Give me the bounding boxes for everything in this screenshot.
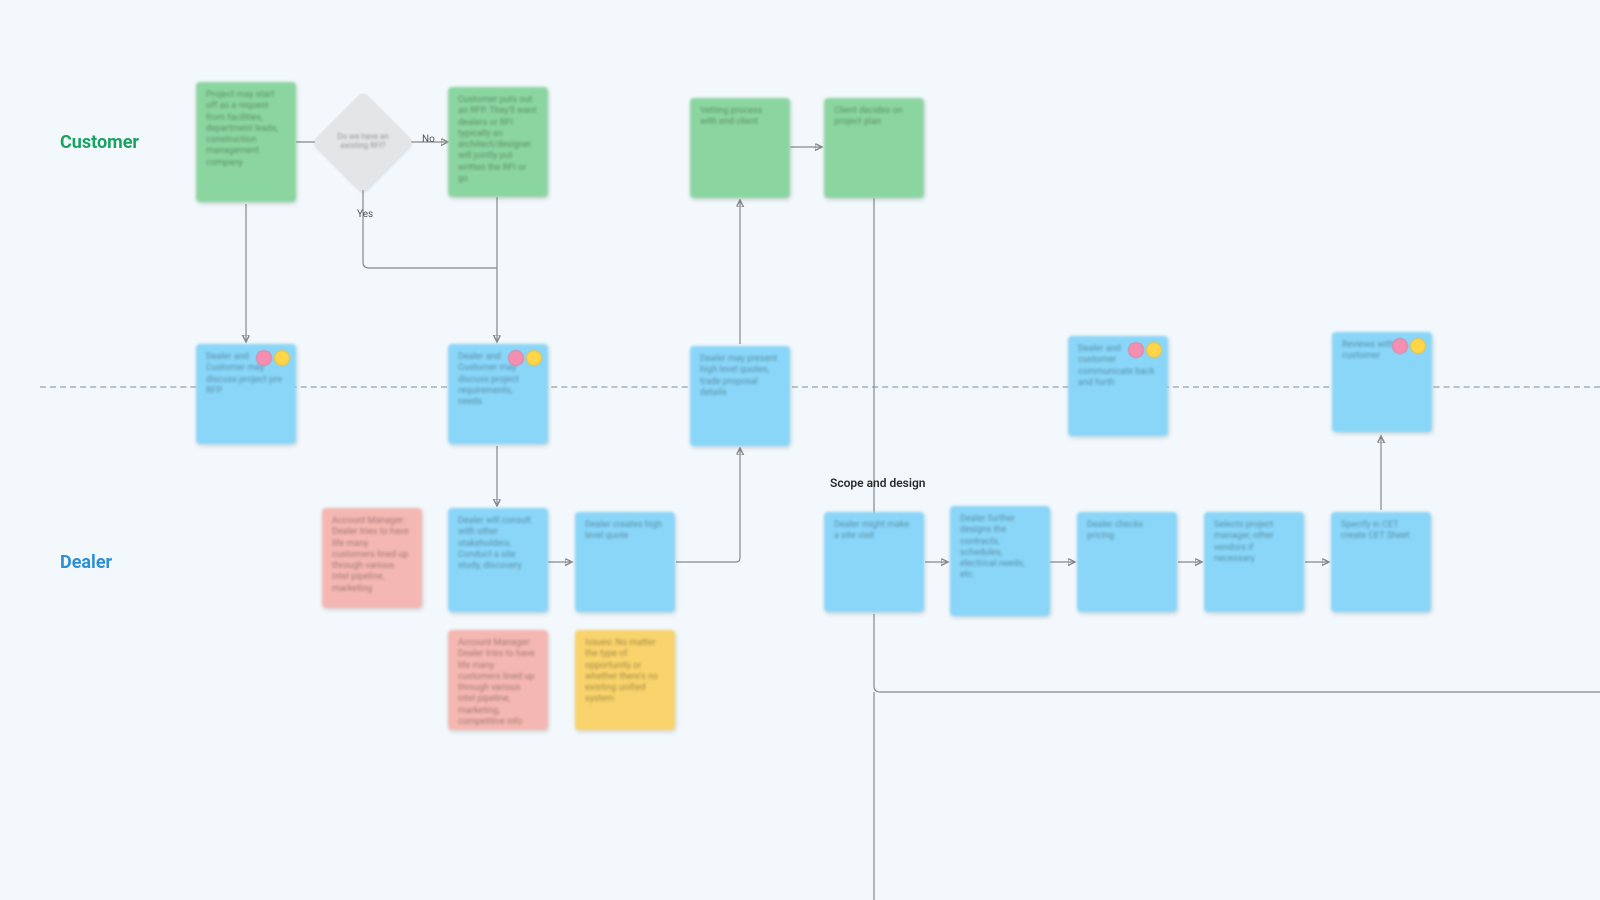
node-text: Specify in CET create CET Sheet xyxy=(1341,520,1410,541)
flow-canvas[interactable]: Customer Dealer xyxy=(0,0,1600,900)
node-text: Reviews with customer xyxy=(1342,340,1394,361)
node-account-manager-2[interactable]: Account Manager: Dealer tries to have li… xyxy=(448,630,548,730)
node-site-visit[interactable]: Dealer might make a site visit xyxy=(824,512,924,612)
node-text: Client decides on project plan xyxy=(834,106,903,127)
section-label-scope-design: Scope and design xyxy=(830,476,925,490)
node-text: Dealer checks pricing xyxy=(1087,520,1143,541)
badge-icon xyxy=(274,350,290,366)
node-text: Vetting process with end client xyxy=(700,106,763,127)
node-text: Dealer might make a site visit xyxy=(834,520,909,541)
node-text: Dealer may present high level quotes, tr… xyxy=(700,354,777,398)
node-project-origin[interactable]: Project may start off as a request from … xyxy=(196,82,296,202)
node-consult-stakeholders[interactable]: Dealer will consult with other stakehold… xyxy=(448,508,548,612)
node-further-design[interactable]: Dealer further designs the contracts, sc… xyxy=(950,506,1050,616)
badge-icon xyxy=(1392,338,1408,354)
node-text: Customer puts out an RFP. They'll want d… xyxy=(458,95,536,184)
node-check-pricing[interactable]: Dealer checks pricing xyxy=(1077,512,1177,612)
node-customer-rfp[interactable]: Customer puts out an RFP. They'll want d… xyxy=(448,87,548,197)
node-text: Account Manager: Dealer tries to have li… xyxy=(332,516,409,594)
decision-text: Do we have an existing RFI? xyxy=(327,132,399,150)
node-select-pm[interactable]: Selects project manager, other vendors i… xyxy=(1204,512,1304,612)
node-present-quotes[interactable]: Dealer may present high level quotes, tr… xyxy=(690,346,790,446)
node-account-manager-1[interactable]: Account Manager: Dealer tries to have li… xyxy=(322,508,422,608)
node-text: Selects project manager, other vendors i… xyxy=(1214,520,1274,564)
node-issues[interactable]: Issues: No matter the type of opportunit… xyxy=(575,630,675,730)
node-text: Dealer creates high level quote xyxy=(585,520,662,541)
badge-icon xyxy=(508,350,524,366)
node-text: Dealer will consult with other stakehold… xyxy=(458,516,531,571)
node-cet-sheet[interactable]: Specify in CET create CET Sheet xyxy=(1331,512,1431,612)
node-high-level-quote[interactable]: Dealer creates high level quote xyxy=(575,512,675,612)
node-client-decides[interactable]: Client decides on project plan xyxy=(824,98,924,198)
node-text: Project may start off as a request from … xyxy=(206,90,278,168)
badge-icon xyxy=(256,350,272,366)
lane-label-customer: Customer xyxy=(60,132,139,153)
badge-icon xyxy=(1146,342,1162,358)
node-vetting[interactable]: Vetting process with end client xyxy=(690,98,790,198)
node-text: Account Manager: Dealer tries to have li… xyxy=(458,638,535,727)
badge-icon xyxy=(526,350,542,366)
node-text: Issues: No matter the type of opportunit… xyxy=(585,638,658,704)
lane-label-dealer: Dealer xyxy=(60,552,112,573)
node-text: Dealer further designs the contracts, sc… xyxy=(960,514,1025,580)
edge-label-no: No xyxy=(422,134,435,145)
badge-icon xyxy=(1128,342,1144,358)
edge-label-yes: Yes xyxy=(357,209,373,220)
badge-icon xyxy=(1410,338,1426,354)
